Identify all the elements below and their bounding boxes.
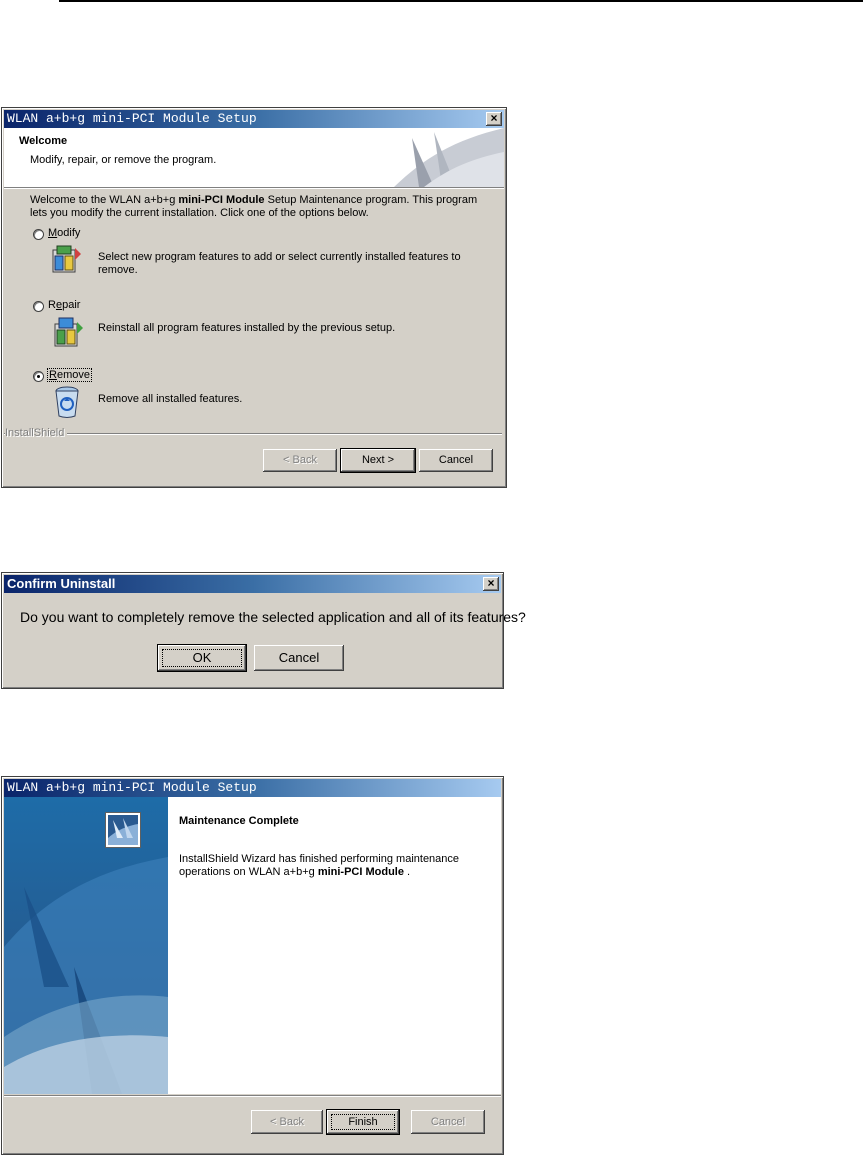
confirm-message: Do you want to completely remove the sel…	[20, 609, 526, 625]
close-button[interactable]: ×	[483, 577, 499, 591]
complete-cancel-button[interactable]: Cancel	[411, 1110, 485, 1134]
header-subtitle: Modify, repair, or remove the program.	[30, 154, 217, 166]
complete-footer-separator	[4, 1095, 501, 1097]
back-button[interactable]: < Back	[263, 449, 337, 472]
complete-dialog-title: WLAN a+b+g mini-PCI Module Setup	[7, 780, 257, 795]
modify-label-post: odify	[57, 227, 81, 239]
modify-label-accel: M	[48, 227, 58, 239]
ok-button[interactable]: OK	[157, 644, 247, 672]
complete-body-line1: InstallShield Wizard has finished perfor…	[179, 853, 460, 865]
page-rule	[59, 0, 863, 2]
intro-text: Welcome to the WLAN a+b+g mini-PCI Modul…	[30, 194, 490, 220]
installshield-logo-icon	[105, 812, 141, 848]
modify-radio[interactable]	[33, 229, 44, 240]
confirm-dialog-title: Confirm Uninstall	[7, 576, 116, 591]
confirm-cancel-button[interactable]: Cancel	[254, 645, 344, 671]
modify-description: Select new program features to add or se…	[98, 251, 461, 276]
remove-description: Remove all installed features.	[98, 393, 243, 405]
recycle-bin-icon	[55, 386, 79, 418]
installshield-swoosh-graphic	[394, 128, 504, 187]
confirm-dialog-titlebar[interactable]: Confirm Uninstall ×	[4, 575, 501, 593]
close-icon: ×	[487, 576, 495, 590]
remove-label[interactable]: Remove	[47, 368, 92, 382]
repair-label-post: pair	[62, 299, 81, 311]
remove-label-post: emove	[56, 369, 90, 381]
confirm-dialog: Confirm Uninstall × Do you want to compl…	[1, 572, 526, 689]
setup-dialog: WLAN a+b+g mini-PCI Module Setup × Welco…	[1, 107, 507, 488]
modify-label[interactable]: Modify	[48, 227, 80, 239]
complete-dialog-titlebar[interactable]: WLAN a+b+g mini-PCI Module Setup	[4, 779, 501, 797]
repair-label[interactable]: Repair	[48, 299, 80, 311]
modify-package-icon	[52, 245, 81, 273]
complete-content-panel: Maintenance Complete InstallShield Wizar…	[168, 797, 501, 1094]
repair-description: Reinstall all program features installed…	[98, 322, 396, 334]
focus-rect	[162, 649, 242, 667]
radio-selected-dot	[37, 375, 40, 378]
line2-prefix: operations on WLAN a+b+g	[179, 866, 318, 878]
repair-label-pre: R	[48, 299, 56, 311]
line2-suffix: .	[403, 866, 411, 878]
repair-package-icon	[54, 317, 83, 347]
complete-dialog: WLAN a+b+g mini-PCI Module Setup Mainten…	[1, 776, 504, 1155]
next-button[interactable]: Next >	[340, 448, 416, 473]
remove-label-accel: R	[49, 369, 57, 381]
installshield-brand: InstallShield	[5, 427, 68, 439]
repair-radio[interactable]	[33, 301, 44, 312]
close-button[interactable]: ×	[486, 112, 502, 126]
complete-back-button[interactable]: < Back	[251, 1110, 323, 1134]
setup-dialog-title: WLAN a+b+g mini-PCI Module Setup	[7, 111, 257, 126]
intro-prefix: Welcome to the WLAN a+b+g	[30, 194, 179, 206]
header-title: Welcome	[19, 135, 68, 147]
wizard-header: Welcome Modify, repair, or remove the pr…	[4, 128, 504, 188]
focus-rect	[331, 1114, 395, 1130]
complete-body: InstallShield Wizard has finished perfor…	[179, 853, 459, 879]
cancel-button[interactable]: Cancel	[419, 449, 493, 472]
finish-button[interactable]: Finish	[326, 1109, 400, 1135]
setup-dialog-titlebar[interactable]: WLAN a+b+g mini-PCI Module Setup ×	[4, 110, 504, 128]
close-icon: ×	[490, 111, 498, 125]
complete-heading: Maintenance Complete	[179, 815, 299, 827]
line2-product: mini-PCI Module	[317, 866, 404, 878]
next-button-label: Next >	[361, 454, 395, 466]
wizard-side-graphic	[4, 797, 168, 1094]
intro-product: mini-PCI Module	[178, 194, 265, 206]
header-separator	[4, 188, 504, 189]
remove-radio[interactable]	[33, 371, 44, 382]
complete-body-line2: operations on WLAN a+b+g mini-PCI Module…	[179, 866, 459, 879]
footer-separator	[4, 433, 502, 435]
